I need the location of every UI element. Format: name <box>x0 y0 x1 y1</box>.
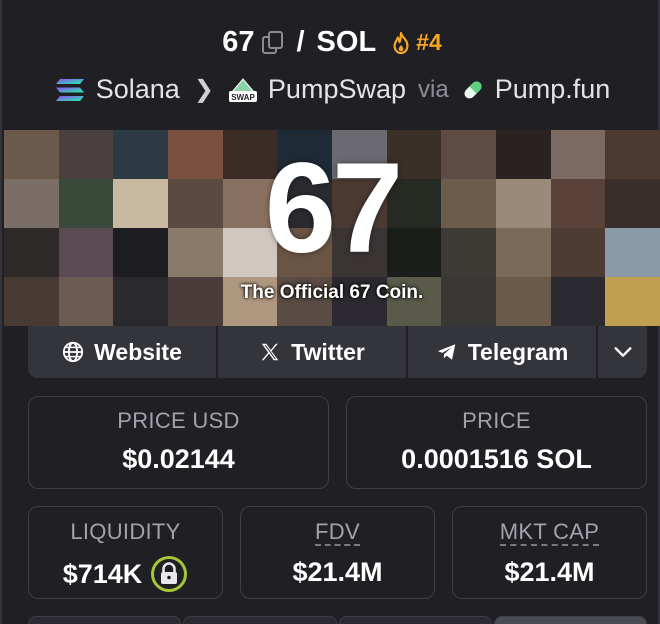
bottom-tab[interactable] <box>338 616 492 624</box>
chevron-down-icon <box>613 347 632 357</box>
pair-header-panel: 67 / SOL #4 Solana ❯ SWAP PumpSwap via P… <box>0 0 660 624</box>
banner-tagline: The Official 67 Coin. <box>240 282 424 303</box>
bottom-tabs-row <box>28 616 647 624</box>
market-cap-card[interactable]: MKT CAP $21.4M <box>452 506 647 599</box>
market-cap-value: $21.4M <box>504 557 595 587</box>
dex-link[interactable]: PumpSwap <box>268 74 406 105</box>
price-usd-value: $0.02144 <box>122 444 235 474</box>
price-native-value: 0.0001516 SOL <box>401 444 592 474</box>
trending-rank-badge[interactable]: #4 <box>390 29 442 56</box>
price-usd-label: PRICE USD <box>117 408 240 433</box>
twitter-button[interactable]: Twitter <box>218 326 406 378</box>
rank-label: #4 <box>416 29 442 55</box>
chain-link[interactable]: Solana <box>96 74 180 105</box>
pumpswap-icon: SWAP <box>228 77 257 102</box>
price-native-label: PRICE <box>462 408 531 433</box>
telegram-button[interactable]: Telegram <box>408 326 596 378</box>
market-cap-label: MKT CAP <box>499 519 600 546</box>
website-button[interactable]: Website <box>28 326 216 378</box>
price-usd-card: PRICE USD $0.02144 <box>28 396 329 489</box>
flame-icon <box>393 31 409 54</box>
breadcrumb: Solana ❯ SWAP PumpSwap via Pump.fun <box>2 74 660 105</box>
banner-big-text: 67 <box>264 137 403 280</box>
quote-symbol: SOL <box>316 26 377 58</box>
more-links-button[interactable] <box>598 326 647 378</box>
pair-title: 67 / SOL #4 <box>2 26 660 59</box>
bottom-tab[interactable] <box>183 616 337 624</box>
base-symbol: 67 <box>222 26 255 58</box>
telegram-icon <box>437 344 455 360</box>
twitter-label: Twitter <box>291 338 365 365</box>
liquidity-label: LIQUIDITY <box>70 519 181 544</box>
pumpfun-pill-icon <box>464 80 482 99</box>
launchpad-link[interactable]: Pump.fun <box>495 74 611 105</box>
price-native-card: PRICE 0.0001516 SOL <box>346 396 647 489</box>
liquidity-value: $714K <box>62 558 143 589</box>
copy-icon[interactable] <box>262 30 284 55</box>
x-logo-icon <box>261 343 279 361</box>
liquidity-card: LIQUIDITY $714K <box>28 506 223 599</box>
bottom-tab[interactable] <box>28 616 182 624</box>
solana-icon <box>55 78 84 101</box>
chevron-right-icon: ❯ <box>193 76 214 103</box>
svg-text:SWAP: SWAP <box>231 93 255 102</box>
via-label: via <box>418 75 449 103</box>
telegram-label: Telegram <box>467 338 569 365</box>
social-links-bar: Website Twitter Telegram <box>28 326 647 378</box>
fdv-value: $21.4M <box>292 557 383 587</box>
bottom-tab-active[interactable] <box>493 616 647 624</box>
website-label: Website <box>94 338 182 365</box>
pair-separator: / <box>296 26 305 58</box>
globe-icon <box>63 341 84 363</box>
fdv-card[interactable]: FDV $21.4M <box>240 506 435 599</box>
token-banner-image: 67 The Official 67 Coin. <box>4 130 660 326</box>
fdv-label: FDV <box>315 519 360 546</box>
lock-icon[interactable] <box>150 555 188 593</box>
